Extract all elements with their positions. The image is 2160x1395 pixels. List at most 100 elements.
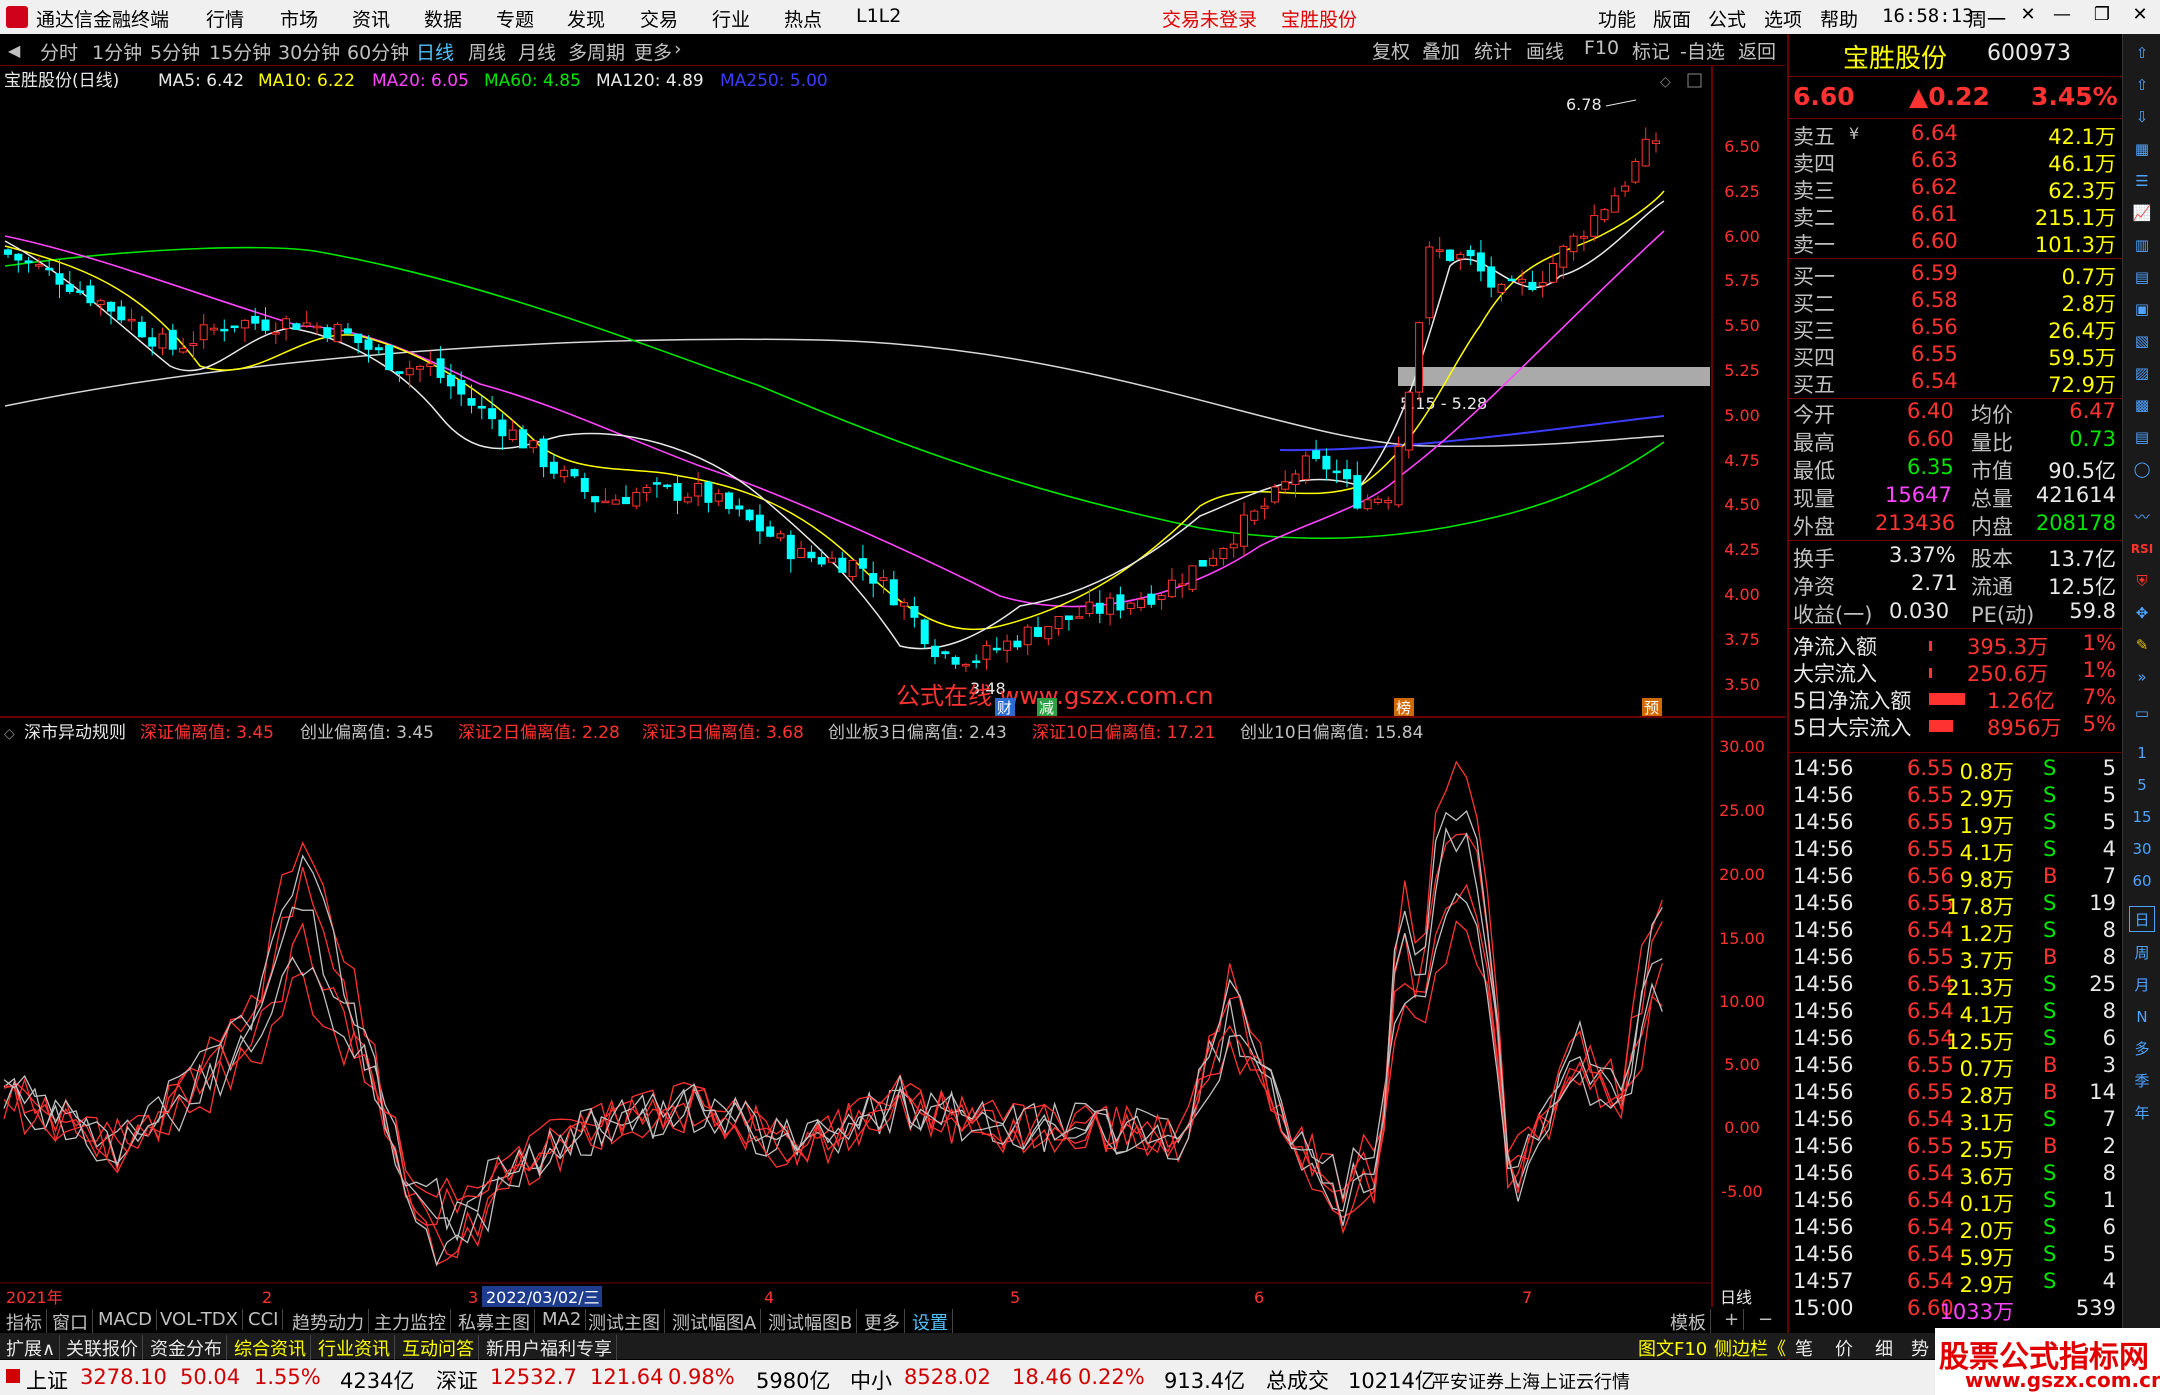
period-5min[interactable]: 5分钟 (150, 38, 200, 65)
menu-hangqing[interactable]: 行情 (206, 5, 244, 32)
remove-tab-button[interactable]: − (1754, 1309, 1777, 1330)
tab-capital-dist[interactable]: 资金分布 (146, 1335, 227, 1361)
tab-new-user[interactable]: 新用户福利专享 (482, 1335, 617, 1361)
menu-redian[interactable]: 热点 (784, 5, 822, 32)
close-x-icon[interactable]: ✕ (2016, 4, 2040, 28)
tool-tongji[interactable]: 统计 (1474, 37, 1512, 64)
menu-zixun[interactable]: 资讯 (352, 5, 390, 32)
tab-f10-graphic[interactable]: 图文F10 (1638, 1335, 1707, 1361)
news-icon[interactable]: ▣ (2129, 296, 2155, 322)
tab-news[interactable]: 综合资讯 (230, 1335, 311, 1361)
tool-fanhui[interactable]: 返回 (1738, 37, 1776, 64)
tab-zhibiao[interactable]: 指标 (2, 1309, 47, 1335)
bar-icon[interactable]: ▥ (2129, 232, 2155, 258)
tab-macd[interactable]: MACD (94, 1309, 157, 1330)
period-quarter-button[interactable]: 季 (2129, 1068, 2155, 1094)
tab-qa[interactable]: 互动问答 (398, 1335, 479, 1361)
chart-icon[interactable]: 📈 (2129, 200, 2155, 226)
tab-jia[interactable]: 价 (1835, 1335, 1853, 1361)
tab-settings[interactable]: 设置 (908, 1309, 953, 1335)
period-1min[interactable]: 1分钟 (92, 38, 142, 65)
tab-industry-news[interactable]: 行业资讯 (314, 1335, 395, 1361)
tab-template[interactable]: 模板 (1666, 1309, 1711, 1335)
period-multi-button[interactable]: 多 (2129, 1036, 2155, 1062)
tab-ceshi-b[interactable]: 测试幅图B (764, 1309, 858, 1335)
trade-login-status[interactable]: 交易未登录 (1162, 5, 1257, 32)
tab-cci[interactable]: CCI (244, 1309, 284, 1330)
tab-related-quotes[interactable]: 关联报价 (62, 1335, 143, 1361)
circle-icon[interactable]: ◯ (2129, 456, 2155, 482)
tab-zhuli[interactable]: 主力监控 (370, 1309, 451, 1335)
period-30-button[interactable]: 30 (2129, 836, 2155, 862)
layout-icon[interactable]: ▩ (2129, 392, 2155, 418)
period-day-button[interactable]: 日 (2129, 906, 2155, 932)
period-month-button[interactable]: 月 (2129, 972, 2155, 998)
chevron-right-icon[interactable]: » (2129, 664, 2155, 690)
menu-xuanxiang[interactable]: 选项 (1764, 5, 1802, 32)
period-1-button[interactable]: 1 (2129, 740, 2155, 766)
f10-icon[interactable]: ▧ (2129, 328, 2155, 354)
menu-shuju[interactable]: 数据 (424, 5, 462, 32)
menu-faxian[interactable]: 发现 (567, 5, 605, 32)
collapse-icon[interactable]: ◀ (8, 41, 20, 60)
tool-huaxian[interactable]: 画线 (1526, 37, 1564, 64)
add-tab-button[interactable]: + (1720, 1309, 1745, 1330)
menu-gongshi[interactable]: 公式 (1708, 5, 1746, 32)
tab-ma2[interactable]: MA2 (538, 1309, 587, 1330)
period-30min[interactable]: 30分钟 (278, 38, 340, 65)
tab-vol-tdx[interactable]: VOL-TDX (156, 1309, 243, 1330)
wave-icon[interactable]: 〰 (2129, 504, 2155, 530)
shield-icon[interactable]: ⛨ (2129, 568, 2155, 594)
tab-qushi[interactable]: 趋势动力 (288, 1309, 369, 1335)
tab-expand[interactable]: 扩展∧ (2, 1335, 61, 1361)
broker-server[interactable]: 平安证券上海上证云行情 (1432, 1368, 1630, 1394)
period-monthly[interactable]: 月线 (518, 38, 556, 65)
tab-shi[interactable]: 势 (1911, 1335, 1929, 1361)
tab-simu[interactable]: 私募主图 (454, 1309, 535, 1335)
rsi-icon[interactable]: RSI (2129, 536, 2155, 562)
menu-jiaoyi[interactable]: 交易 (640, 5, 678, 32)
zx-label[interactable]: 中小 (850, 1365, 892, 1395)
sh-label[interactable]: 上证 (26, 1365, 68, 1395)
tab-xi[interactable]: 细 (1875, 1335, 1893, 1361)
period-more[interactable]: 更多 (634, 38, 672, 65)
list-icon[interactable]: ☰ (2129, 168, 2155, 194)
period-5-button[interactable]: 5 (2129, 772, 2155, 798)
pen-icon[interactable]: ✎ (2129, 632, 2155, 658)
indicator-title[interactable]: 深市异动规则 (24, 723, 126, 743)
period-60min[interactable]: 60分钟 (347, 38, 409, 65)
grid-icon[interactable]: ▦ (2129, 136, 2155, 162)
diamond-icon[interactable]: ◇ (1660, 74, 1671, 90)
menu-zhuanti[interactable]: 专题 (496, 5, 534, 32)
period-n-button[interactable]: N (2129, 1004, 2155, 1030)
tab-bi[interactable]: 笔 (1795, 1335, 1813, 1361)
fz-icon[interactable]: ▨ (2129, 360, 2155, 386)
tab-chuangkou[interactable]: 窗口 (48, 1309, 93, 1335)
tool-diejia[interactable]: 叠加 (1422, 37, 1460, 64)
tool-zixuan[interactable]: -自选 (1680, 37, 1725, 64)
menu-gongneng[interactable]: 功能 (1598, 5, 1636, 32)
book-icon[interactable]: ▤ (2129, 264, 2155, 290)
tab-more[interactable]: 更多 (860, 1309, 905, 1335)
menu-banmian[interactable]: 版面 (1653, 5, 1691, 32)
minimize-icon[interactable]: — (2050, 4, 2074, 28)
menu-l1l2[interactable]: L1L2 (856, 5, 901, 27)
period-year-button[interactable]: 年 (2129, 1100, 2155, 1126)
kline-chart[interactable]: 宝胜股份(日线) MA5: 6.42 MA10: 6.22 MA20: 6.05… (0, 66, 1785, 1309)
menu-shichang[interactable]: 市场 (280, 5, 318, 32)
tool-f10[interactable]: F10 (1584, 37, 1619, 59)
tool-biaoji[interactable]: 标记 (1632, 37, 1670, 64)
arrow-down-icon[interactable]: ⇩ (2129, 104, 2155, 130)
move-icon[interactable]: ✥ (2129, 600, 2155, 626)
period-daily[interactable]: 日线 (416, 38, 454, 65)
period-15min[interactable]: 15分钟 (209, 38, 271, 65)
restore-icon[interactable]: ❐ (2090, 4, 2114, 28)
indicator-settings-icon[interactable]: ◇ (4, 726, 15, 742)
menu-hangye[interactable]: 行业 (712, 5, 750, 32)
period-multi[interactable]: 多周期 (568, 38, 625, 65)
period-weekly[interactable]: 周线 (468, 38, 506, 65)
period-fenshi[interactable]: 分时 (40, 38, 78, 65)
comment-icon[interactable]: ▭ (2129, 700, 2155, 726)
window-icon[interactable] (1687, 73, 1702, 88)
close-icon[interactable]: ✕ (2128, 4, 2152, 28)
